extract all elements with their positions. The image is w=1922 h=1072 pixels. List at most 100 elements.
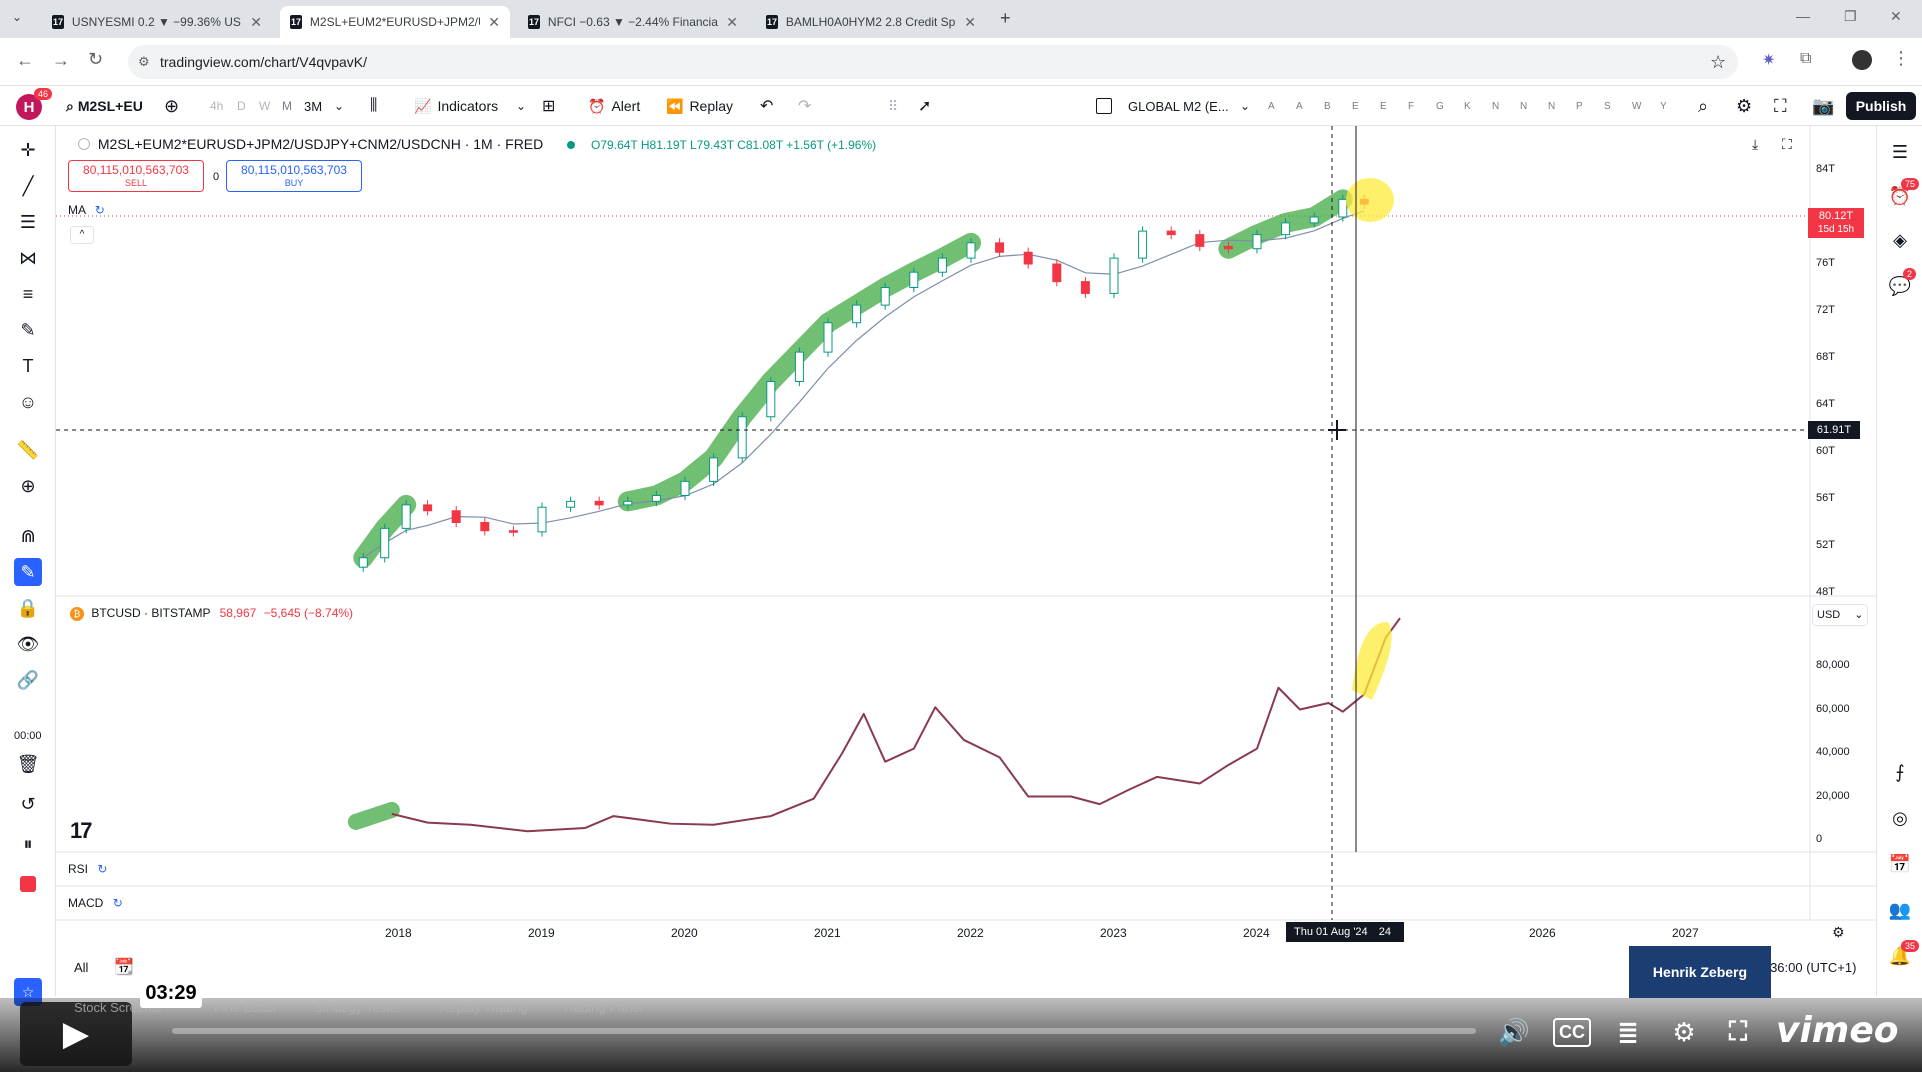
site-info-icon[interactable]: ⚙ [138, 45, 150, 79]
candle-body[interactable] [1052, 263, 1062, 283]
currency-selector[interactable]: USD ⌄ [1812, 604, 1868, 626]
sell-button[interactable]: 80,115,010,563,703 SELL [68, 160, 204, 192]
legend-eye-icon[interactable] [78, 138, 90, 150]
zoom-search-icon[interactable]: ⌕ [1698, 86, 1708, 126]
compare-add-icon[interactable]: ⊕ [164, 86, 179, 126]
bookmark-star-icon[interactable]: ☆ [1710, 45, 1726, 79]
symbol-letter-button[interactable]: Y [1660, 86, 1667, 126]
candle-body[interactable] [623, 500, 633, 506]
tab-list-chevron-icon[interactable]: ⌄ [12, 10, 22, 24]
cursor-arrow-icon[interactable]: ➚ [918, 86, 931, 126]
candle-body[interactable] [1023, 251, 1033, 265]
candle-body[interactable] [937, 257, 947, 273]
candle-body[interactable] [566, 500, 576, 508]
candle-body[interactable] [380, 527, 390, 559]
candle-body[interactable] [880, 287, 890, 306]
trash-icon[interactable]: 🗑 [14, 750, 42, 778]
browser-tab-bamlh[interactable]: 17 BAMLH0A0HYM2 2.8 Credit Sp ✕ [756, 6, 986, 38]
collapse-legend-icon[interactable]: ^ [70, 226, 94, 244]
symbol-letter-button[interactable]: A [1296, 86, 1303, 126]
camera-snapshot-icon[interactable]: 📷 [1812, 86, 1834, 126]
candle-body[interactable] [651, 494, 661, 502]
reload-icon[interactable]: ↻ [88, 49, 103, 70]
candle-body[interactable] [766, 381, 776, 418]
layout-dropdown-icon[interactable]: ⌄ [1240, 86, 1250, 126]
candle-body[interactable] [1138, 230, 1148, 259]
tab-pine-editor[interactable]: Pine Editor [214, 1000, 278, 1015]
pine-icon[interactable]: ⨍ [1886, 758, 1914, 786]
ma-indicator-label[interactable]: MA ↻ [68, 203, 105, 217]
brush-icon[interactable]: ✎ [14, 316, 42, 344]
stop-record-icon[interactable] [14, 870, 42, 898]
watchlist-icon[interactable]: ☰ [1886, 138, 1914, 166]
close-tab-icon[interactable]: ✕ [726, 14, 738, 31]
symbol-letter-button[interactable]: N [1492, 86, 1499, 126]
symbol-letter-button[interactable]: G [1436, 86, 1444, 126]
fullscreen-icon[interactable]: ⛶ [1774, 86, 1787, 126]
link-icon[interactable]: 🔗 [14, 666, 42, 694]
restore-icon[interactable]: ❐ [1844, 8, 1857, 25]
candle-body[interactable] [966, 242, 976, 259]
candle-body[interactable] [1252, 234, 1262, 250]
extension-icon[interactable]: ✷ [1762, 50, 1775, 70]
interval-m[interactable]: M [282, 86, 292, 126]
browser-tab-m2sl[interactable]: 17 M2SL+EUM2*EURUSD+JPM2/U ✕ [280, 6, 510, 38]
community-icon[interactable]: 👥 [1886, 896, 1914, 924]
symbol-letter-button[interactable]: N [1548, 86, 1555, 126]
browser-tab-usnyesmi[interactable]: 17 USNYESMI 0.2 ▼ −99.36% US I ✕ [42, 6, 272, 38]
candle-body[interactable] [537, 506, 547, 533]
symbol-letter-button[interactable]: F [1408, 86, 1414, 126]
ma-refresh-icon[interactable]: ↻ [95, 203, 105, 217]
trend-line-icon[interactable]: ╱ [14, 172, 42, 200]
green-highlight-annotation[interactable] [347, 801, 400, 830]
minimize-icon[interactable]: — [1796, 8, 1810, 24]
time-axis-settings-icon[interactable]: ⚙ [1832, 924, 1845, 941]
candle-body[interactable] [401, 504, 411, 529]
yellow-highlight-annotation[interactable] [1346, 178, 1394, 222]
range-all-button[interactable]: All [74, 960, 88, 975]
fullscreen-icon[interactable]: ⛶ [1718, 1012, 1758, 1052]
close-window-icon[interactable]: ✕ [1890, 8, 1902, 25]
tab-replay-trading[interactable]: Replay Trading [440, 1000, 527, 1015]
interval-dropdown-chevron-icon[interactable]: ⌄ [334, 86, 344, 126]
layers-icon[interactable]: ◈ [1886, 226, 1914, 254]
date-range-icon[interactable]: 📆 [114, 957, 134, 977]
symbol-letter-button[interactable]: W [1632, 86, 1641, 126]
symbol-letter-button[interactable]: E [1352, 86, 1359, 126]
symbol-letter-button[interactable]: E [1380, 86, 1387, 126]
puzzle-extensions-icon[interactable]: ⧉ [1800, 50, 1811, 68]
close-tab-icon[interactable]: ✕ [964, 14, 976, 31]
stay-drawing-icon[interactable]: ✎ [14, 558, 42, 586]
candle-body[interactable] [1223, 245, 1233, 250]
candle-body[interactable] [1166, 230, 1176, 236]
tab-trading-panel[interactable]: Trading Panel [562, 1000, 642, 1015]
eye-icon[interactable]: 👁 [14, 630, 42, 658]
browser-tab-nfci[interactable]: 17 NFCI −0.63 ▼ −2.44% Financia ✕ [518, 6, 748, 38]
ruler-icon[interactable]: 📏 [14, 436, 42, 464]
interval-selected[interactable]: 3M [304, 86, 322, 126]
closed-captions-icon[interactable]: CC [1552, 1012, 1592, 1052]
rsi-refresh-icon[interactable]: ↻ [97, 862, 107, 876]
maximize-pane-icon[interactable]: ⛶ [1782, 136, 1792, 153]
rsi-indicator-label[interactable]: RSI ↻ [68, 862, 107, 876]
candle-body[interactable] [480, 522, 490, 532]
interval-d[interactable]: D [237, 86, 246, 126]
symbol-letter-button[interactable]: B [1324, 86, 1331, 126]
horizontal-lines-icon[interactable]: ☰ [14, 208, 42, 236]
layouts-grid-icon[interactable]: ⊞ [542, 86, 555, 126]
drag-handle-icon[interactable]: ⠿ [888, 86, 898, 126]
candle-body[interactable] [594, 500, 604, 506]
scroll-to-latest-icon[interactable]: ⤓ [1752, 136, 1758, 153]
ma-line[interactable] [362, 210, 1365, 559]
candle-body[interactable] [1109, 257, 1119, 294]
candle-body[interactable] [709, 457, 719, 482]
candle-body[interactable] [909, 271, 919, 289]
yellow-highlight-annotation[interactable] [1352, 621, 1392, 700]
symbol-letter-button[interactable]: N [1520, 86, 1527, 126]
btc-legend[interactable]: ₿ BTCUSD · BITSTAMP 58,967 −5,645 (−8.74… [70, 606, 353, 621]
publish-button[interactable]: Publish [1846, 92, 1916, 120]
tab-strategy-tester[interactable]: Strategy Tester [314, 1000, 401, 1015]
symbol-letter-button[interactable]: S [1604, 86, 1611, 126]
new-tab-icon[interactable]: + [1000, 8, 1011, 29]
volume-icon[interactable]: 🔊 [1494, 1012, 1534, 1052]
